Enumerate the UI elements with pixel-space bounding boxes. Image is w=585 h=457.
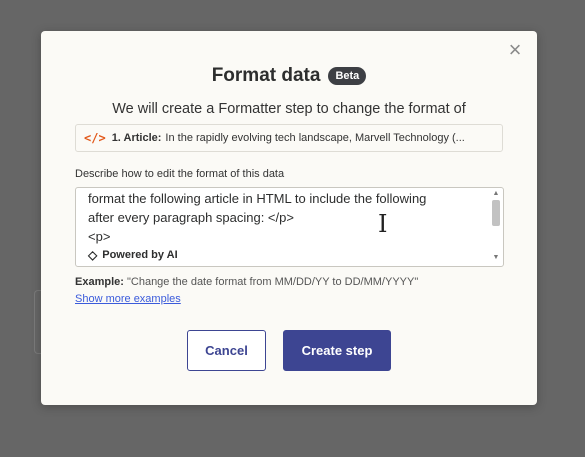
modal-header: Format data Beta xyxy=(41,65,537,87)
editor-line: after every paragraph spacing: </p> xyxy=(88,210,294,225)
beta-badge: Beta xyxy=(328,67,367,85)
create-step-button[interactable]: Create step xyxy=(283,330,391,371)
sparkle-icon: ◇ xyxy=(88,248,98,262)
example-label: Example: xyxy=(75,276,124,288)
powered-by-ai: ◇ Powered by AI xyxy=(88,248,178,262)
source-field-chip: </> 1. Article: In the rapidly evolving … xyxy=(75,124,503,152)
code-icon: </> xyxy=(84,131,106,145)
editor-line: format the following article in HTML to … xyxy=(88,191,427,206)
field-name: 1. Article: xyxy=(111,132,162,144)
show-more-examples-link[interactable]: Show more examples xyxy=(75,293,181,305)
scroll-down-arrow-icon[interactable]: ▼ xyxy=(491,254,501,262)
powered-by-label: Powered by AI xyxy=(102,249,178,261)
editor-line: <p> xyxy=(88,229,111,244)
format-instructions-textarea[interactable]: format the following article in HTML to … xyxy=(75,187,504,267)
format-data-modal: × Format data Beta We will create a Form… xyxy=(41,31,537,405)
scroll-thumb[interactable] xyxy=(492,200,500,226)
modal-title: Format data xyxy=(211,65,321,86)
close-icon[interactable]: × xyxy=(506,39,524,61)
field-value: In the rapidly evolving tech landscape, … xyxy=(165,132,465,144)
cancel-button[interactable]: Cancel xyxy=(187,330,266,371)
example-text: "Change the date format from MM/DD/YY to… xyxy=(126,276,419,288)
scroll-up-arrow-icon[interactable]: ▲ xyxy=(491,190,501,198)
editor-scrollbar[interactable]: ▲ ▼ xyxy=(491,190,501,261)
description-label: Describe how to edit the format of this … xyxy=(75,168,285,180)
example-hint: Example: "Change the date format from MM… xyxy=(75,276,418,288)
modal-subtitle: We will create a Formatter step to chang… xyxy=(112,101,466,117)
editor-content[interactable]: format the following article in HTML to … xyxy=(88,189,485,246)
text-cursor-icon: I xyxy=(378,210,388,238)
